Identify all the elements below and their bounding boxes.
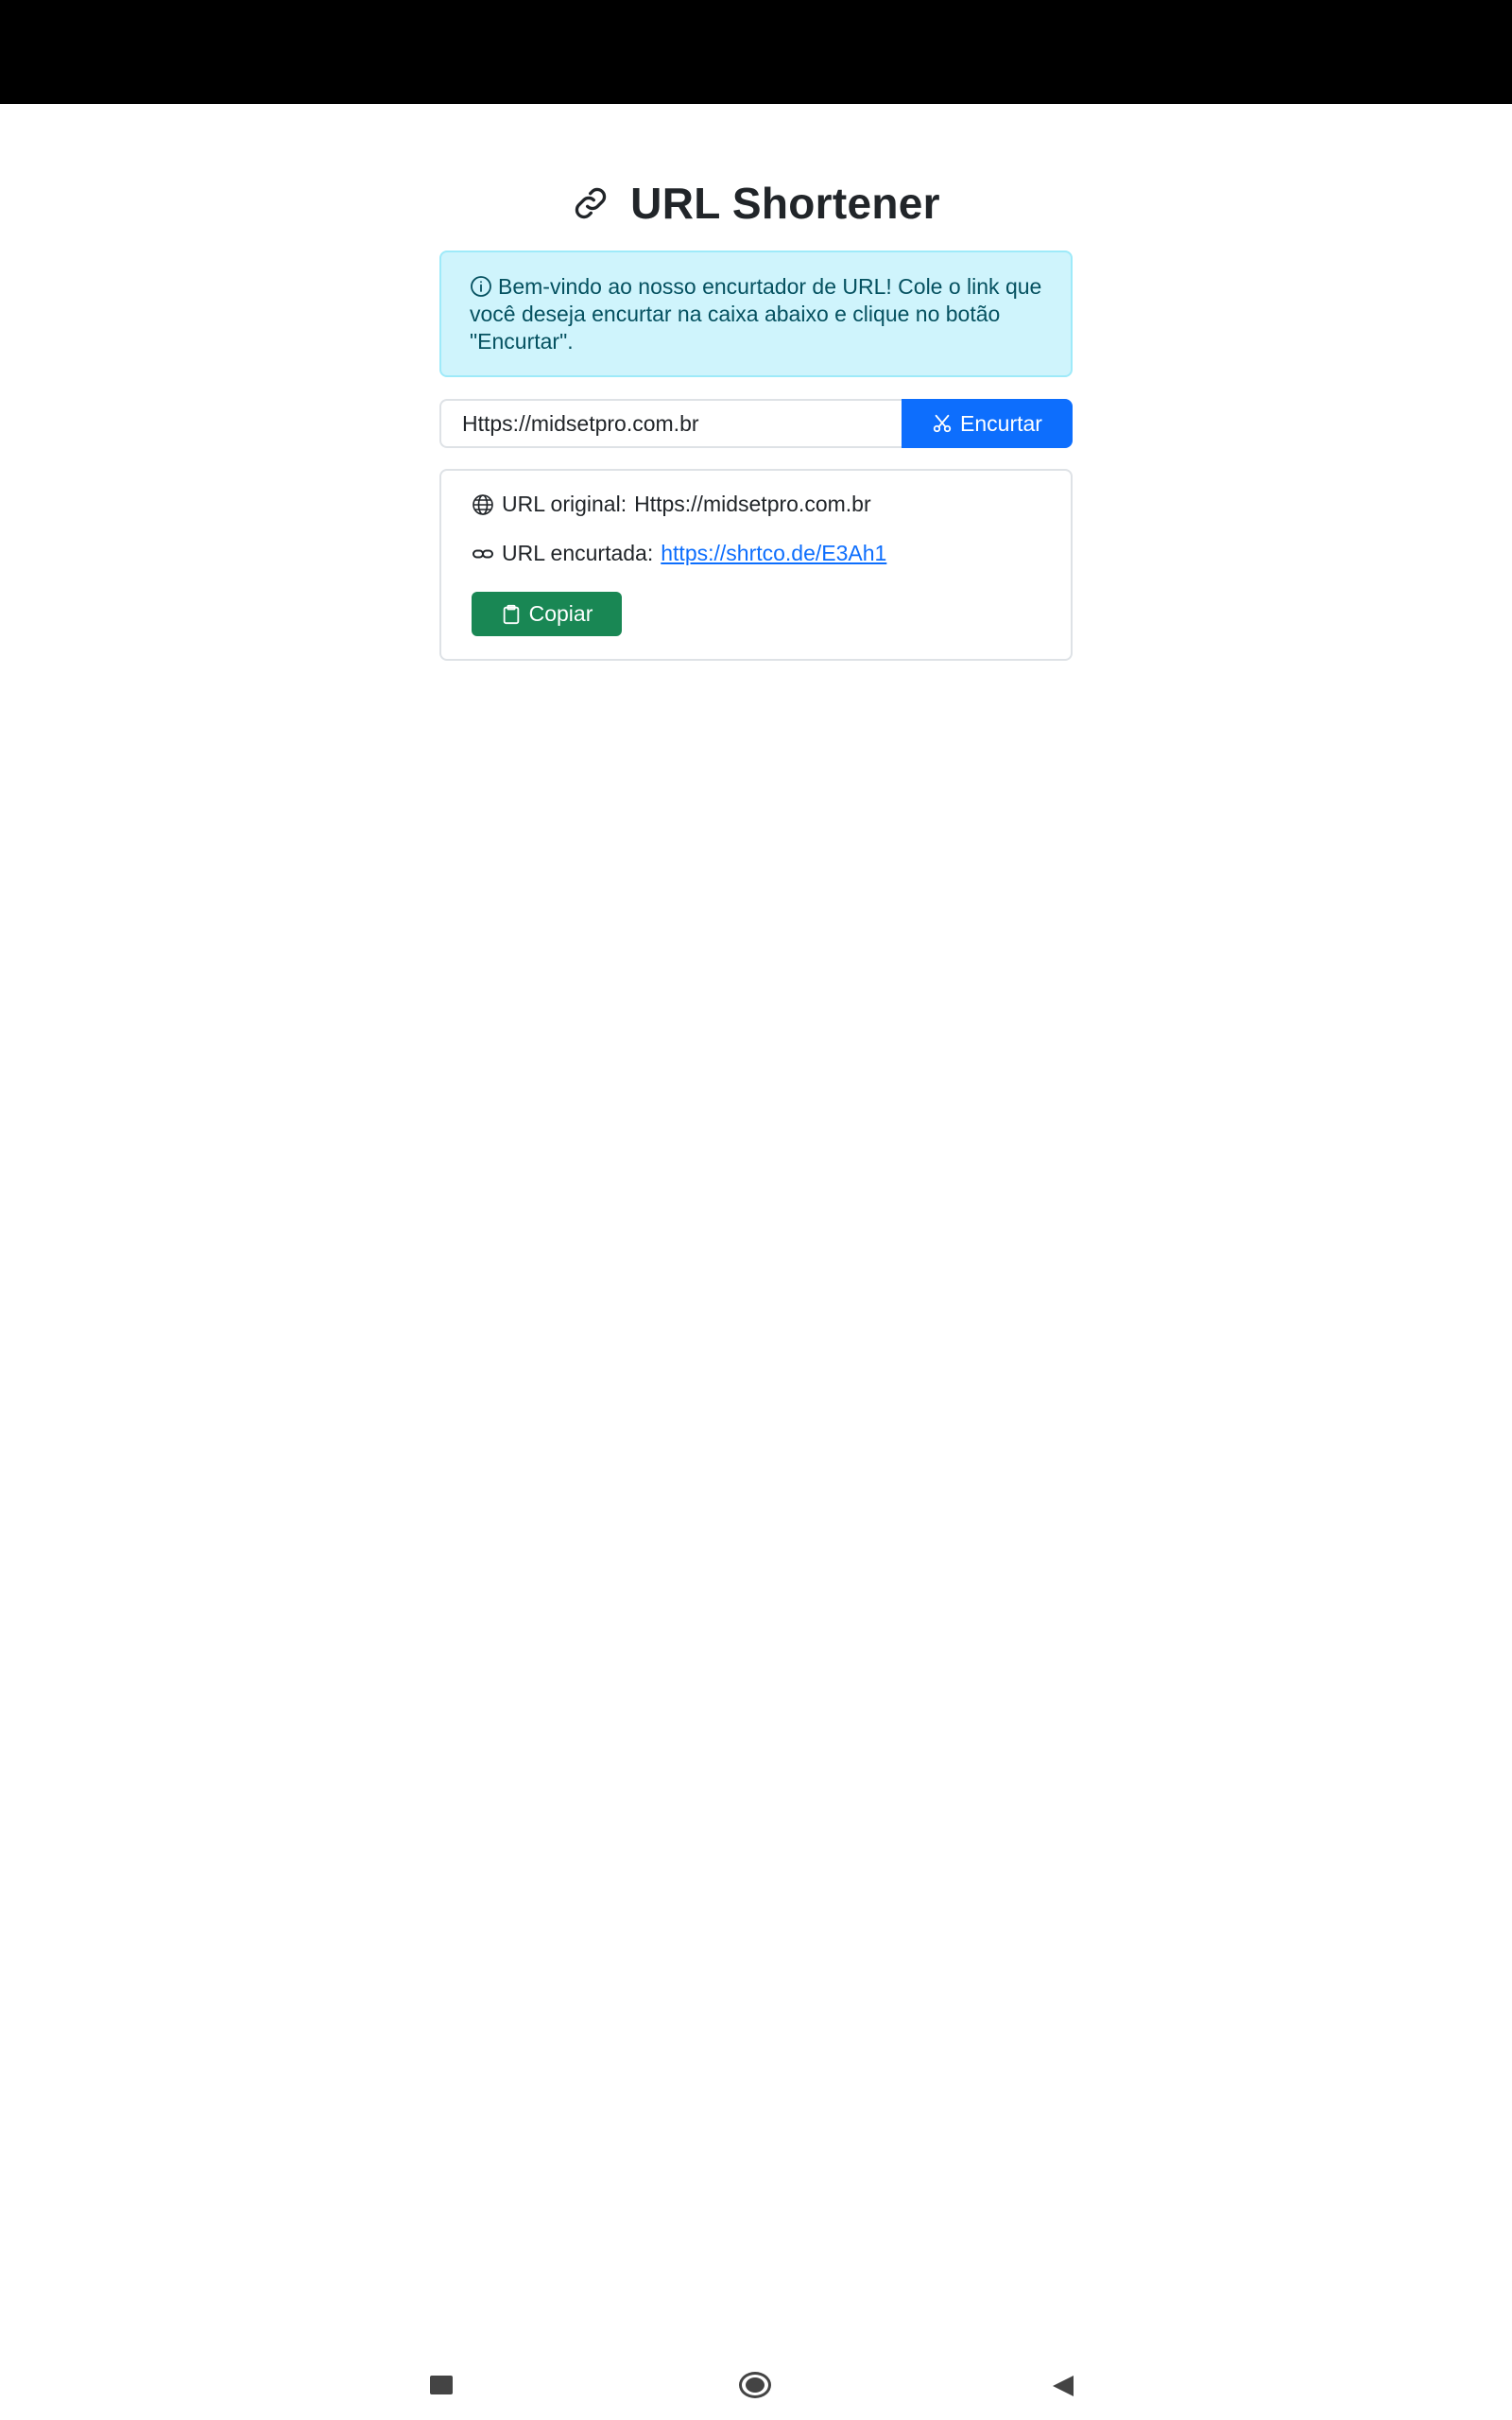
page-header: URL Shortener xyxy=(0,170,1512,236)
shorten-form: Encurtar xyxy=(439,399,1073,448)
result-card: URL original: Https://midsetpro.com.br U… xyxy=(439,469,1073,661)
welcome-alert: Bem-vindo ao nosso encurtador de URL! Co… xyxy=(439,251,1073,377)
home-icon[interactable] xyxy=(739,2372,771,2398)
link-icon xyxy=(572,184,610,222)
info-circle-icon xyxy=(470,275,492,298)
original-url-label: URL original: xyxy=(502,492,627,516)
short-url-label: URL encurtada: xyxy=(502,541,654,565)
copy-button-label: Copiar xyxy=(528,601,593,626)
link-icon xyxy=(472,543,494,565)
page-title: URL Shortener xyxy=(630,179,940,228)
copy-button[interactable]: Copiar xyxy=(472,592,622,636)
short-url-link[interactable]: https://shrtco.de/E3Ah1 xyxy=(661,541,886,566)
shorten-button-label: Encurtar xyxy=(960,410,1042,436)
shorten-button[interactable]: Encurtar xyxy=(902,399,1073,448)
status-bar xyxy=(0,0,1512,104)
recents-icon[interactable] xyxy=(430,2376,453,2394)
original-url-value: Https://midsetpro.com.br xyxy=(634,492,871,516)
alert-message: Bem-vindo ao nosso encurtador de URL! Co… xyxy=(470,274,1042,354)
globe-icon xyxy=(472,493,494,516)
original-url-row: URL original: Https://midsetpro.com.br xyxy=(472,492,871,517)
clipboard-icon xyxy=(501,604,522,625)
short-url-row: URL encurtada: https://shrtco.de/E3Ah1 xyxy=(472,541,886,566)
url-input[interactable] xyxy=(439,399,902,448)
scissors-icon xyxy=(932,413,953,434)
back-icon[interactable] xyxy=(1053,2376,1074,2396)
